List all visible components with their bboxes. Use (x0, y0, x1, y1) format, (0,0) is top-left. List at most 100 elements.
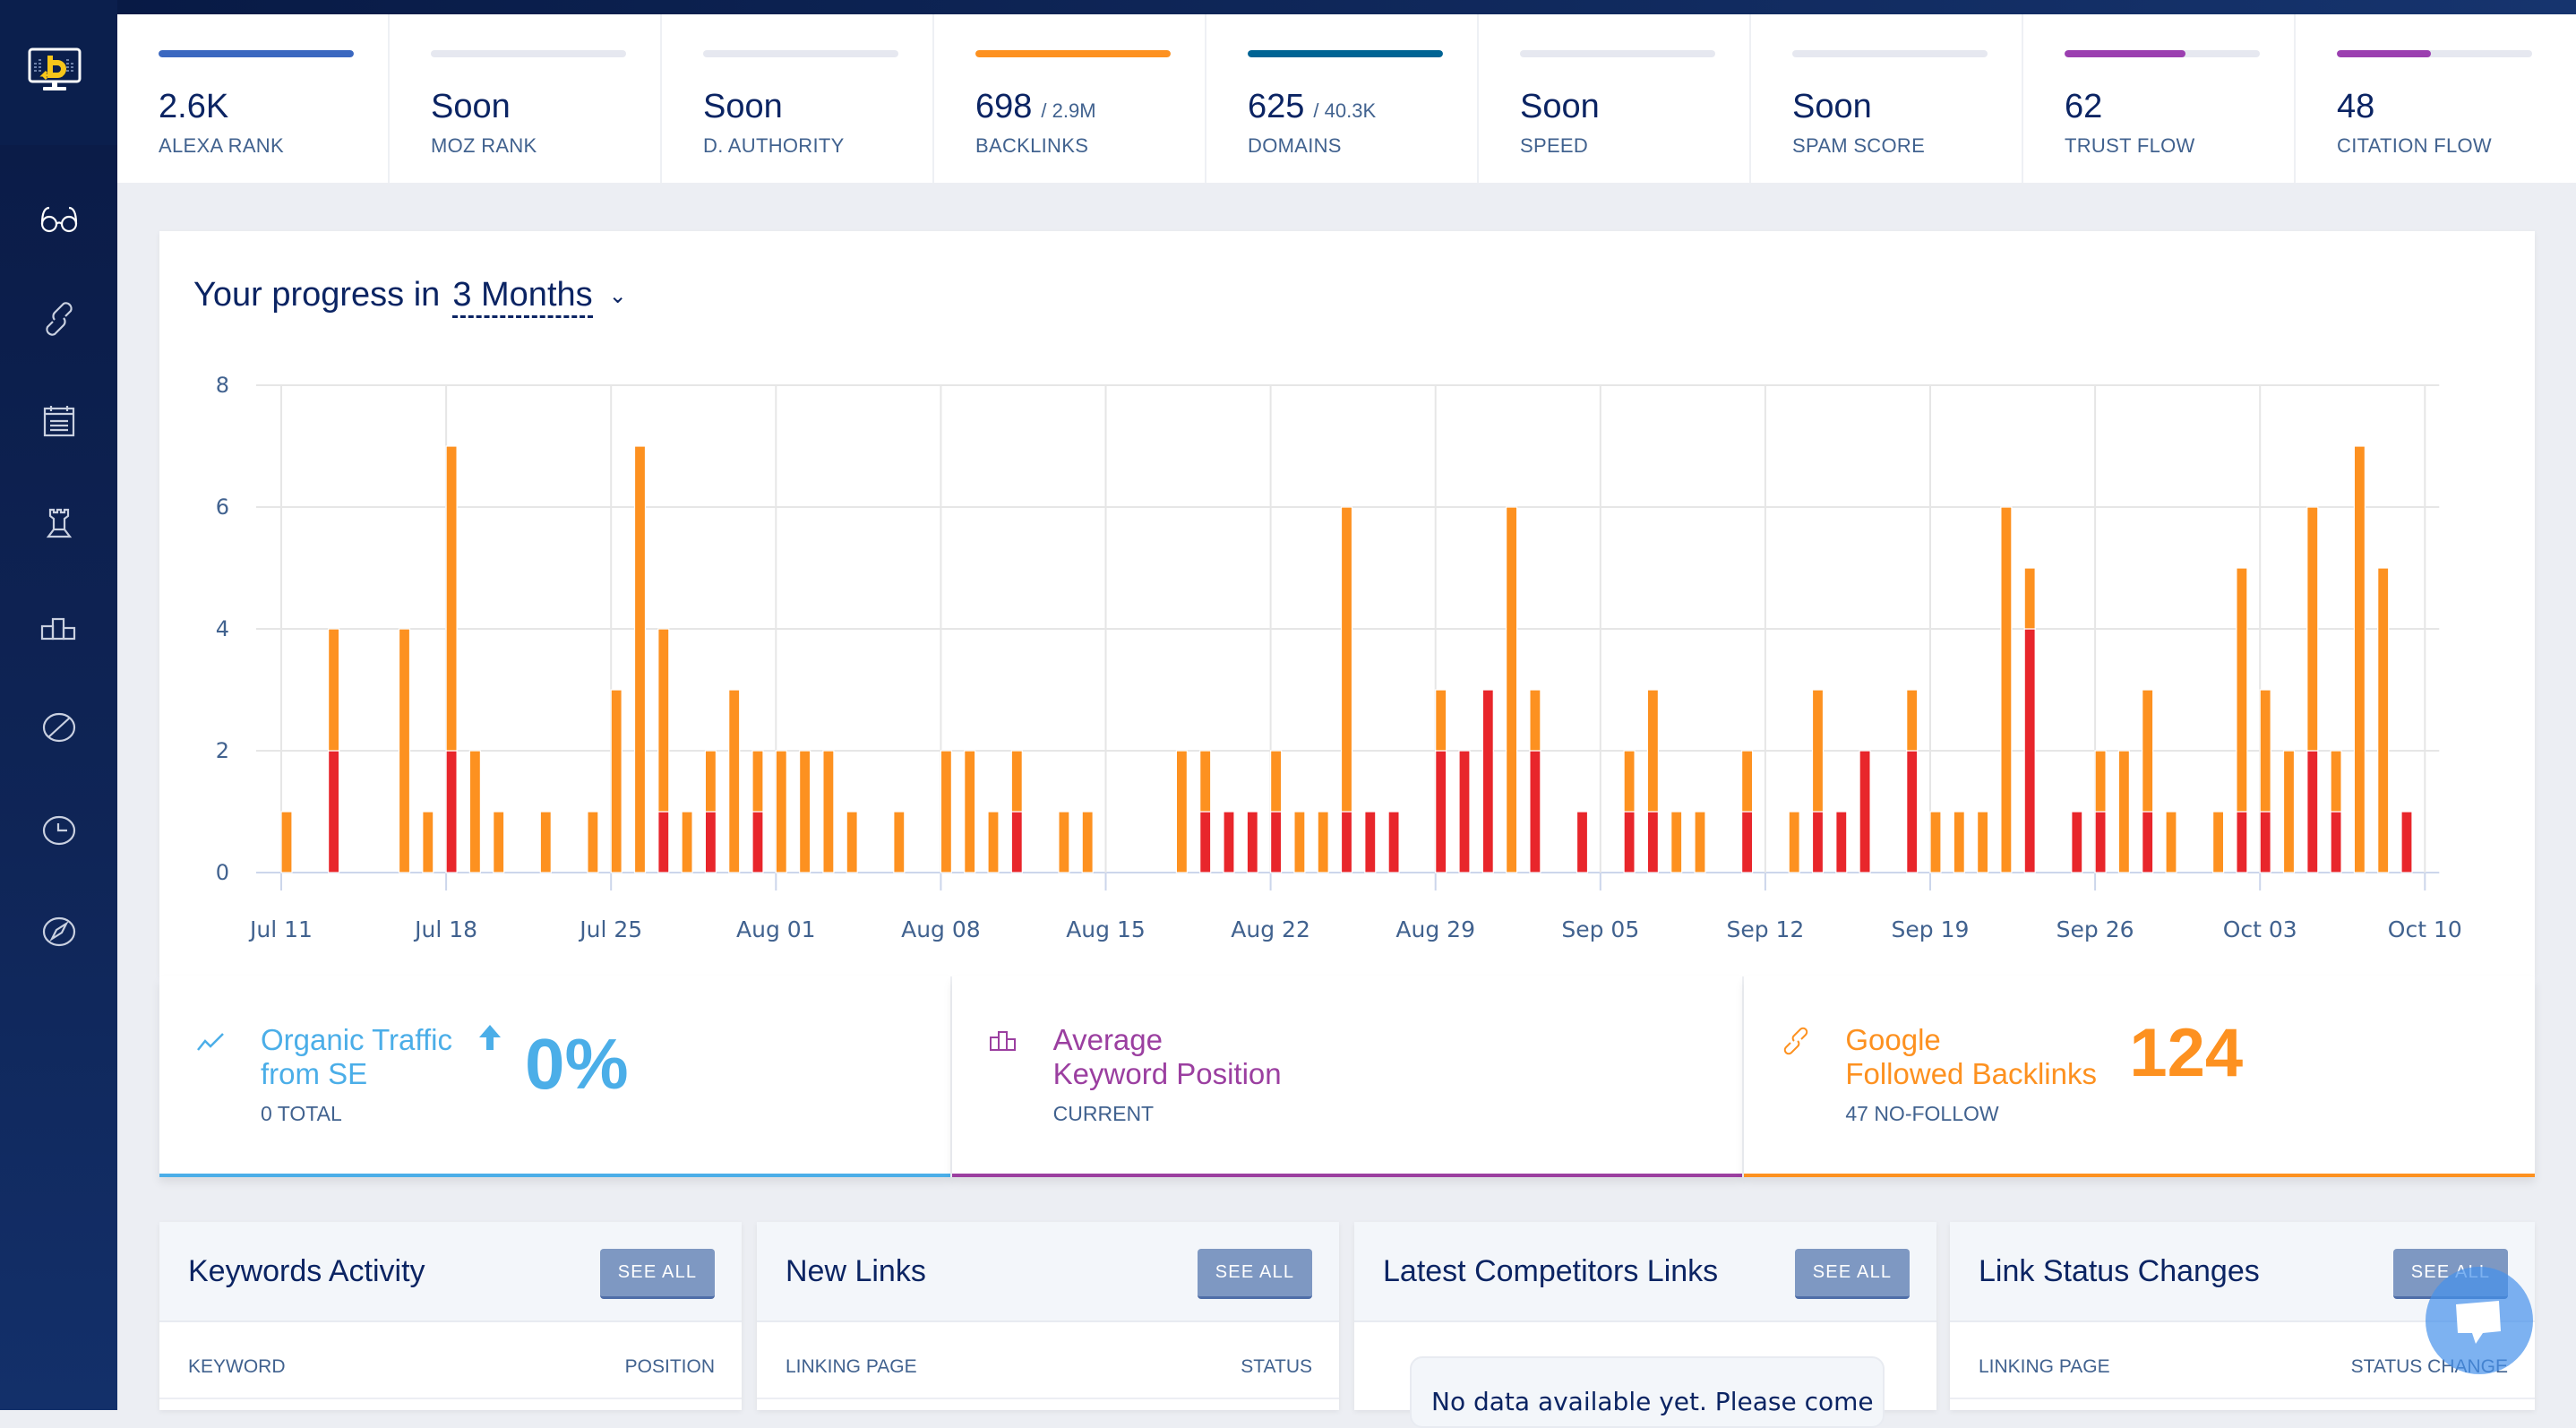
bar-segment-orange (2259, 689, 2271, 813)
column-header[interactable]: LINKING PAGE (786, 1356, 917, 1378)
nav-item-rankings[interactable] (0, 581, 117, 670)
bar-segment-orange (704, 750, 717, 813)
metric-value: Soon (431, 88, 511, 126)
bar-segment-red (1835, 811, 1848, 873)
summary-keyword-position[interactable]: Average Keyword Position CURRENT (951, 976, 1745, 1177)
summary-followed-backlinks[interactable]: Google Followed Backlinks 124 47 NO-FOLL… (1744, 976, 2536, 1177)
metric-domains[interactable]: 625 / 40.3K DOMAINS (1206, 14, 1479, 183)
column-header[interactable]: POSITION (625, 1356, 715, 1378)
bar-segment-orange (2236, 567, 2248, 813)
chat-button[interactable] (2426, 1267, 2533, 1374)
bar-segment-orange (2165, 811, 2177, 873)
summary-title-line2: Followed Backlinks (1845, 1057, 2097, 1090)
bar-segment-orange (1340, 506, 1353, 813)
metric-speed[interactable]: Soon SPEED (1479, 14, 1751, 183)
bar-segment-red (1458, 750, 1471, 873)
bar-segment-red (1576, 811, 1589, 873)
y-tick-label: 8 (216, 373, 229, 398)
bar-segment-orange (610, 689, 623, 873)
slash-circle-icon (42, 712, 75, 743)
podium-icon (989, 1031, 1016, 1051)
column-header[interactable]: LINKING PAGE (1979, 1356, 2110, 1378)
summary-organic-traffic[interactable]: Organic Traffic from SE 0% 0 TOTAL (159, 976, 952, 1177)
bar-segment-orange (1906, 689, 1919, 752)
see-all-button[interactable]: SEE ALL (1198, 1249, 1312, 1299)
panel-new-links: New Links SEE ALL LINKING PAGE STATUS (757, 1222, 1339, 1410)
link-icon (45, 302, 73, 336)
metric-label: BACKLINKS (975, 134, 1089, 157)
bar-segment-red (1340, 811, 1353, 873)
metric-progress-bar (431, 50, 626, 57)
metric-label: SPAM SCORE (1792, 134, 1926, 157)
bar-segment-red (1859, 750, 1871, 873)
column-header[interactable]: KEYWORD (188, 1356, 286, 1378)
metric-value: Soon (1792, 88, 1872, 126)
summary-title-line1: Organic Traffic (261, 1023, 452, 1056)
bar-segment-orange (2142, 689, 2154, 813)
calendar-icon (43, 406, 74, 437)
metric-value-main: 48 (2337, 88, 2375, 125)
summary-title: Average Keyword Position (1053, 1023, 1282, 1091)
column-header[interactable]: STATUS (1241, 1356, 1312, 1378)
see-all-button[interactable]: SEE ALL (600, 1249, 715, 1299)
bar-segment-orange (1199, 750, 1212, 813)
metric-label: CITATION FLOW (2337, 134, 2492, 157)
metric-progress-bar (975, 50, 1171, 57)
metric-value: 625 / 40.3K (1248, 88, 1376, 126)
x-tick-label: Sep 05 (1561, 916, 1639, 942)
summary-caption: 47 NO-FOLLOW (1845, 1102, 1999, 1125)
metric-label: DOMAINS (1248, 134, 1342, 157)
metric-d-authority[interactable]: Soon D. AUTHORITY (662, 14, 934, 183)
metric-progress-bar (159, 50, 354, 57)
nav-item-competitors[interactable] (0, 478, 117, 568)
metric-progress-fill (2337, 50, 2431, 57)
panel-title: New Links (786, 1254, 926, 1288)
summary-underline (1744, 1174, 2536, 1177)
metric-trust-flow[interactable]: 62 TRUST FLOW (2023, 14, 2296, 183)
summary-title-line1: Google (1845, 1023, 1941, 1056)
metric-label: SPEED (1520, 134, 1589, 157)
nav-item-links[interactable] (0, 274, 117, 364)
bar-segment-red (2306, 750, 2319, 873)
bar-segment-red (1740, 811, 1754, 873)
bar-segment-red (1481, 689, 1494, 873)
bar-segment-red (2259, 811, 2271, 873)
bar-segment-red (328, 750, 340, 873)
bar-segment-orange (775, 750, 787, 873)
bar-segment-red (1906, 750, 1919, 873)
bar-segment-orange (328, 628, 340, 752)
x-tick-label: Jul 18 (413, 916, 477, 942)
chat-bubble-icon (2456, 1301, 2501, 1344)
bar-segment-orange (493, 811, 505, 873)
summary-title-line2: Keyword Position (1052, 1057, 1282, 1090)
see-all-button[interactable]: SEE ALL (1795, 1249, 1910, 1299)
bar-segment-red (751, 811, 764, 873)
metric-alexa-rank[interactable]: 2.6K ALEXA RANK (117, 14, 390, 183)
bar-segment-red (1387, 811, 1400, 873)
bar-segment-orange (1529, 689, 1541, 752)
nav-item-calendar[interactable] (0, 376, 117, 466)
table-header: LINKING PAGE STATUS (786, 1356, 1312, 1378)
bar-segment-orange (633, 445, 647, 873)
metric-citation-flow[interactable]: 48 CITATION FLOW (2296, 14, 2568, 183)
metric-value: Soon (1520, 88, 1600, 126)
nav-item-blocked[interactable] (0, 683, 117, 772)
metric-value-main: Soon (431, 88, 511, 125)
brand-logo[interactable] (27, 47, 82, 93)
metric-progress-bar (703, 50, 898, 57)
metric-backlinks[interactable]: 698 / 2.9M BACKLINKS (934, 14, 1206, 183)
metric-spam-score[interactable]: Soon SPAM SCORE (1751, 14, 2023, 183)
summary-underline (159, 1174, 950, 1177)
bar-segment-orange (1976, 811, 1989, 873)
bar-segment-red (1010, 811, 1023, 873)
bar-segment-orange (1058, 811, 1070, 873)
nav-item-explore[interactable] (0, 887, 117, 976)
bar-segment-orange (940, 750, 953, 873)
nav-item-research[interactable] (0, 173, 117, 262)
divider (1950, 1398, 2535, 1399)
followed-backlinks-value: 124 (2129, 1015, 2244, 1091)
bar-segment-orange (1740, 750, 1754, 813)
metric-moz-rank[interactable]: Soon MOZ RANK (390, 14, 662, 183)
nav-item-history[interactable] (0, 785, 117, 874)
bar-segment-orange (2306, 506, 2319, 752)
